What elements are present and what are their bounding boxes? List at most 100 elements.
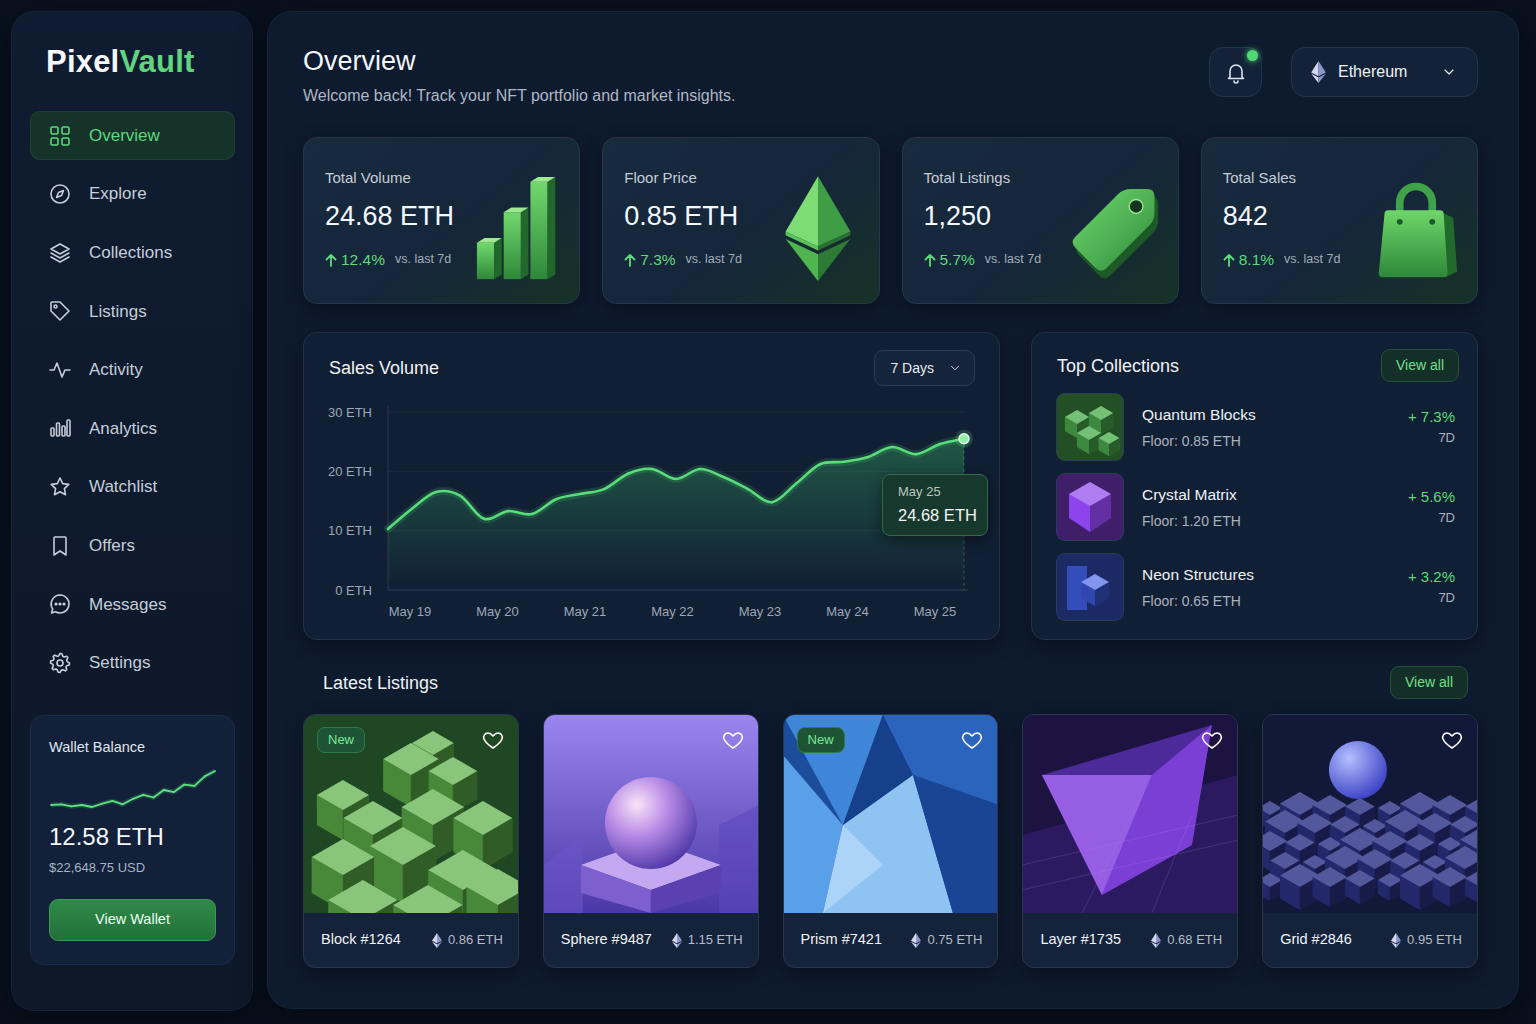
- chart-point[interactable]: [915, 453, 917, 455]
- listing-card[interactable]: NewBlock #12640.86 ETH: [303, 714, 519, 968]
- sidebar-item[interactable]: Messages: [30, 580, 235, 629]
- ethereum-icon: [1391, 933, 1401, 948]
- sparkline-point: [194, 785, 196, 787]
- x-tick: May 19: [389, 604, 432, 619]
- chevron-down-icon: [948, 361, 962, 375]
- chart-point[interactable]: [747, 488, 749, 490]
- x-tick: May 20: [476, 604, 519, 619]
- view-wallet-button[interactable]: View Wallet: [49, 899, 216, 941]
- chart-point[interactable]: [555, 498, 557, 500]
- ethereum-icon: [775, 174, 861, 284]
- chart-point[interactable]: [531, 513, 533, 515]
- chart-point[interactable]: [627, 473, 629, 475]
- collection-row[interactable]: Quantum BlocksFloor: 0.85 ETH+ 7.3%7D: [1057, 394, 1459, 460]
- range-label: 7 Days: [890, 359, 934, 377]
- favorite-button[interactable]: [960, 728, 984, 752]
- sales-line: [388, 439, 964, 529]
- collection-change: + 7.3%: [1408, 408, 1455, 426]
- logo-first: Pixel: [46, 44, 119, 79]
- listing-card[interactable]: NewPrism #74210.75 ETH: [783, 714, 999, 968]
- collection-thumbnail[interactable]: [1057, 394, 1123, 460]
- collection-floor: Floor: 0.85 ETH: [1142, 433, 1256, 450]
- sidebar-item[interactable]: Settings: [30, 638, 235, 687]
- chevron-down-icon: [1441, 64, 1457, 80]
- listing-price: 0.68 ETH: [1167, 930, 1222, 950]
- sparkline-point: [50, 804, 52, 806]
- chart-point[interactable]: [867, 456, 869, 458]
- sidebar-item[interactable]: Listings: [30, 287, 235, 336]
- collection-change: + 3.2%: [1408, 568, 1455, 586]
- chart-point[interactable]: [939, 443, 941, 445]
- chart-point[interactable]: [651, 468, 653, 470]
- tooltip-value: 24.68 ETH: [898, 505, 977, 525]
- sidebar-item-label: Settings: [89, 650, 150, 676]
- sidebar-item-label: Offers: [89, 533, 135, 559]
- favorite-button[interactable]: [1200, 728, 1224, 752]
- favorite-button[interactable]: [1440, 728, 1464, 752]
- chart-point[interactable]: [795, 483, 797, 485]
- gear-icon: [48, 651, 72, 675]
- logo[interactable]: PixelVault: [30, 45, 235, 79]
- favorite-button[interactable]: [721, 728, 745, 752]
- chart-tooltip: May 25 24.68 ETH: [882, 474, 988, 536]
- sidebar-item[interactable]: Offers: [30, 521, 235, 570]
- chart-point[interactable]: [699, 468, 701, 470]
- chart-point[interactable]: [579, 493, 581, 495]
- page-subtitle: Welcome back! Track your NFT portfolio a…: [303, 86, 735, 105]
- y-tick: 30 ETH: [328, 405, 372, 420]
- chart-point[interactable]: [459, 494, 461, 496]
- collection-name: Crystal Matrix: [1142, 485, 1241, 504]
- listing-card[interactable]: Sphere #94871.15 ETH: [543, 714, 759, 968]
- new-badge: New: [317, 727, 365, 753]
- tooltip-label: May 25: [898, 484, 977, 500]
- wallet-sparkline: [49, 765, 217, 811]
- chart-point[interactable]: [723, 476, 725, 478]
- chart-point[interactable]: [435, 491, 437, 493]
- sidebar-item[interactable]: Activity: [30, 345, 235, 394]
- collection-row[interactable]: Neon StructuresFloor: 0.65 ETH+ 3.2%7D: [1057, 554, 1459, 620]
- network-dropdown[interactable]: Ethereum: [1291, 47, 1478, 97]
- sparkline-point: [173, 791, 175, 793]
- chart-point[interactable]: [843, 461, 845, 463]
- listings-header: Latest ListingsView all: [303, 666, 1478, 699]
- sidebar-item[interactable]: Collections: [30, 228, 235, 277]
- collection-row[interactable]: Crystal MatrixFloor: 1.20 ETH+ 5.6%7D: [1057, 474, 1459, 540]
- stat-change: 8.1%: [1239, 248, 1274, 271]
- new-badge: New: [797, 727, 845, 753]
- chart-point[interactable]: [387, 528, 389, 530]
- range-dropdown[interactable]: 7 Days: [874, 350, 975, 386]
- collection-thumbnail[interactable]: [1057, 554, 1123, 620]
- collections-title: Top Collections: [1057, 355, 1179, 377]
- chart-point[interactable]: [891, 446, 893, 448]
- view-all-button[interactable]: View all: [1390, 666, 1468, 699]
- stat-change: 5.7%: [940, 248, 975, 271]
- sidebar-item[interactable]: Watchlist: [30, 463, 235, 512]
- sidebar-item[interactable]: Analytics: [30, 404, 235, 453]
- chart-point[interactable]: [411, 508, 413, 510]
- active-point[interactable]: [959, 434, 969, 444]
- network-label: Ethereum: [1338, 60, 1407, 84]
- compass-icon: [48, 182, 72, 206]
- main-panel: OverviewWelcome back! Track your NFT por…: [268, 12, 1518, 1008]
- chart-point[interactable]: [507, 510, 509, 512]
- chart-point[interactable]: [675, 478, 677, 480]
- sidebar-item[interactable]: Overview: [30, 111, 235, 160]
- chart-point[interactable]: [603, 488, 605, 490]
- listing-card[interactable]: Layer #17350.68 ETH: [1022, 714, 1238, 968]
- chart-point[interactable]: [483, 518, 485, 520]
- collection-period: 7D: [1408, 510, 1455, 526]
- heart-icon: [960, 728, 984, 752]
- gridline: [388, 412, 964, 413]
- favorite-button[interactable]: [481, 728, 505, 752]
- chart-point[interactable]: [819, 463, 821, 465]
- sparkline-point: [71, 805, 73, 807]
- stat-label: Total Volume: [325, 169, 454, 187]
- collection-thumbnail[interactable]: [1057, 474, 1123, 540]
- chart-point[interactable]: [771, 501, 773, 503]
- unread-dot: [1247, 50, 1258, 61]
- notifications-button[interactable]: [1209, 47, 1262, 97]
- arrow-up-icon: [624, 253, 636, 267]
- view-all-button[interactable]: View all: [1381, 349, 1459, 382]
- listing-card[interactable]: Grid #28460.95 ETH: [1262, 714, 1478, 968]
- sidebar-item[interactable]: Explore: [30, 170, 235, 219]
